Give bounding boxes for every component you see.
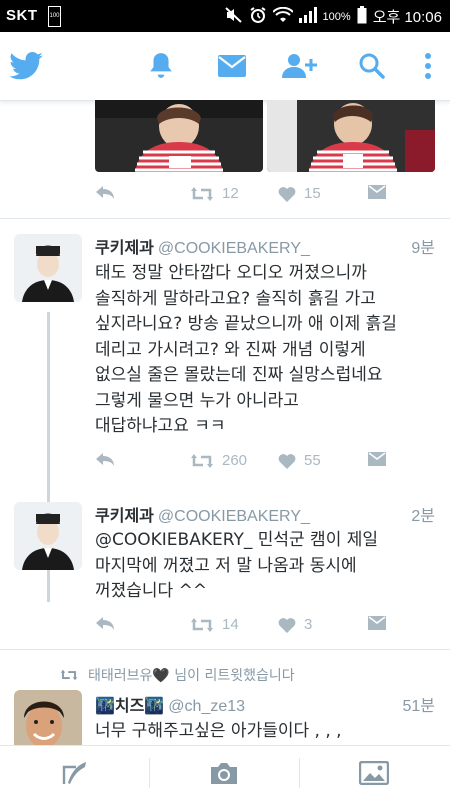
tweet-text: 태도 정말 안타깝다 오디오 꺼졌으니까 솔직하게 말하라고요? 솔직히 흙길 … — [95, 263, 397, 436]
reply-icon[interactable] — [95, 616, 115, 632]
tweet-time: 51분 — [402, 698, 435, 715]
retweet-button[interactable]: 14 — [190, 616, 239, 633]
like-count: 15 — [304, 185, 321, 202]
display-name[interactable]: 쿠키제과 — [95, 506, 154, 525]
twitter-bird-icon[interactable] — [8, 48, 44, 84]
like-count: 55 — [304, 452, 321, 469]
reply-icon[interactable] — [95, 185, 115, 201]
direct-message-icon[interactable] — [368, 452, 386, 466]
direct-message-icon[interactable] — [368, 616, 386, 630]
like-button[interactable]: 55 — [278, 452, 321, 469]
retweet-button[interactable]: 12 — [190, 185, 239, 202]
avatar[interactable] — [14, 234, 82, 302]
tweet-text: 너무 구해주고싶은 아가들이다 , , , — [95, 721, 342, 741]
retweet-icon — [191, 453, 213, 468]
reply-icon[interactable] — [95, 452, 115, 468]
retweet-count: 12 — [222, 185, 239, 202]
user-handle[interactable]: @COOKIEBAKERY_ — [158, 508, 310, 525]
divider — [299, 758, 300, 788]
heart-icon — [278, 453, 296, 469]
divider — [0, 649, 450, 650]
user-handle[interactable]: @COOKIEBAKERY_ — [158, 240, 310, 257]
like-button[interactable]: 15 — [278, 185, 321, 202]
compose-tweet-icon[interactable] — [58, 758, 92, 788]
retweeted-by-text[interactable]: 태태러브유🖤 님이 리트윗했습니다 — [88, 665, 295, 685]
image-icon[interactable] — [357, 758, 391, 788]
retweet-count: 14 — [222, 616, 239, 633]
wifi-icon — [271, 6, 294, 26]
more-vertical-icon[interactable] — [410, 48, 446, 84]
tweet-text: @COOKIEBAKERY_ 민석군 캠이 제일 마지막에 꺼졌고 저 말 나옴… — [95, 530, 379, 601]
like-button[interactable]: 3 — [278, 616, 312, 633]
media-image-left[interactable] — [95, 100, 263, 172]
retweet-icon — [191, 617, 213, 632]
tweet-time: 9분 — [411, 240, 435, 257]
carrier-label: SKT — [6, 7, 38, 24]
tweet-actions: 14 3 — [95, 616, 395, 640]
tweet-header: 쿠키제과 @COOKIEBAKERY_ 2분 — [95, 502, 435, 526]
media-image-right[interactable] — [267, 100, 435, 172]
add-user-icon[interactable] — [282, 48, 318, 84]
direct-message-icon[interactable] — [368, 185, 386, 199]
avatar[interactable] — [14, 690, 82, 745]
tweet-header: 쿠키제과 @COOKIEBAKERY_ 9분 — [95, 234, 435, 258]
divider — [0, 218, 450, 219]
tweet-actions: 260 55 — [95, 452, 395, 476]
battery-percent: 100% — [322, 10, 351, 23]
divider — [149, 758, 150, 788]
app-bar — [0, 32, 450, 101]
timeline[interactable]: 12 15 쿠키제과 @COOKIEBAKERY_ 9분 태도 정말 안타깝다 오… — [0, 100, 450, 745]
like-count: 3 — [304, 616, 313, 633]
status-bar: SKT 100 100% 오후 10:06 — [0, 0, 450, 32]
display-name[interactable]: 🌃치즈🌃 — [95, 696, 164, 715]
avatar[interactable] — [14, 502, 82, 570]
signal-icon — [298, 7, 317, 26]
user-handle[interactable]: @ch_ze13 — [168, 698, 245, 715]
camera-icon[interactable] — [207, 758, 241, 788]
messages-envelope-icon[interactable] — [214, 48, 250, 84]
notifications-bell-icon[interactable] — [143, 48, 179, 84]
sim-status-icon: 100 — [48, 6, 61, 27]
retweet-icon — [191, 186, 213, 201]
retweet-count: 260 — [222, 452, 248, 469]
alarm-icon — [249, 6, 267, 27]
clock: 오후 10:06 — [372, 9, 442, 26]
tweet-actions: 12 15 — [95, 185, 395, 209]
mute-icon — [224, 7, 243, 26]
display-name[interactable]: 쿠키제과 — [95, 238, 154, 257]
heart-icon — [278, 186, 296, 202]
battery-icon — [357, 6, 367, 27]
heart-icon — [278, 617, 296, 633]
retweet-context: 태태러브유🖤 님이 리트윗했습니다 — [60, 665, 295, 685]
retweet-button[interactable]: 260 — [190, 452, 247, 469]
tweet-media[interactable] — [95, 100, 435, 172]
tweet-time: 2분 — [411, 508, 435, 525]
tweet-header: 🌃치즈🌃 @ch_ze13 51분 — [95, 692, 435, 716]
retweet-icon — [60, 669, 78, 681]
search-icon[interactable] — [354, 48, 390, 84]
bottom-toolbar — [0, 745, 450, 801]
